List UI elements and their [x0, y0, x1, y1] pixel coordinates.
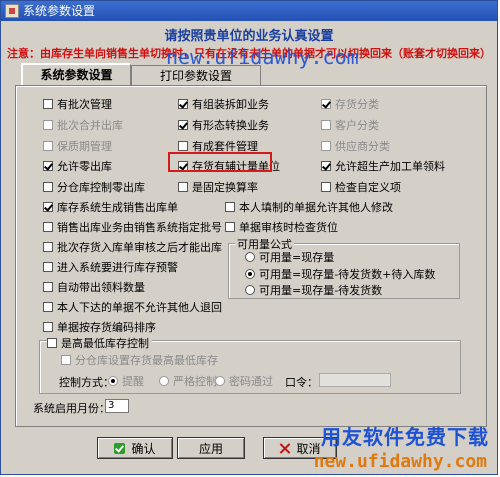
watermark-bottom-cn: 用友软件免费下载 [321, 425, 489, 449]
checkbox-check-custom-fields[interactable]: 检查自定义项 [321, 180, 401, 194]
checkbox-sales-batch-number[interactable]: 销售出库业务由销售系统指定批号 [43, 220, 222, 234]
checkbox-box[interactable] [225, 222, 235, 232]
checkbox-box[interactable] [321, 141, 331, 151]
start-month-label: 系统启用月份： [33, 402, 110, 415]
checkbox-box[interactable] [43, 120, 53, 130]
checkbox-warehouse-zero-outbound[interactable]: 分仓库控制零出库 [43, 180, 145, 194]
checkbox-warehouse-max-min[interactable]: 分仓库设置存货最高最低库存 [61, 353, 218, 367]
checkbox-box[interactable] [43, 99, 53, 109]
checkbox-box[interactable] [178, 99, 188, 109]
radio-mode-remind[interactable]: 提醒 [108, 374, 144, 388]
start-month-input[interactable]: 3 [105, 399, 129, 413]
checkbox-form-conversion[interactable]: 有形态转换业务 [178, 118, 269, 132]
radio-dot[interactable] [245, 285, 255, 295]
checkbox-box[interactable] [47, 338, 57, 348]
app-icon [5, 4, 19, 18]
checkbox-sort-by-code[interactable]: 单据按存货编码排序 [43, 320, 156, 334]
checkbox-no-return-by-others[interactable]: 本人下达的单据不允许其他人退回 [43, 300, 222, 314]
checkbox-box[interactable] [321, 99, 331, 109]
checkbox-auto-material-qty[interactable]: 自动带出领料数量 [43, 280, 145, 294]
checkbox-box[interactable] [178, 141, 188, 151]
checkbox-overproduction-material[interactable]: 允许超生产加工单领料 [321, 159, 445, 173]
radio-mode-password[interactable]: 密码通过 [215, 374, 273, 388]
checkbox-inventory-generates-sales-outbound[interactable]: 库存系统生成销售出库单 [43, 200, 178, 214]
checkbox-allow-others-modify[interactable]: 本人填制的单据允许其他人修改 [225, 200, 393, 214]
checkbox-batch-management[interactable]: 有批次管理 [43, 97, 112, 111]
checkbox-box[interactable] [43, 161, 53, 171]
control-mode-label: 控制方式： [59, 376, 114, 389]
check-icon [114, 442, 126, 454]
checkbox-box[interactable] [225, 202, 235, 212]
tab-system-params[interactable]: 系统参数设置 [21, 63, 131, 85]
checkbox-box[interactable] [43, 242, 53, 252]
tab-print-params[interactable]: 打印参数设置 [131, 65, 261, 85]
checkbox-inventory-warning[interactable]: 进入系统要进行库存预警 [43, 260, 178, 274]
checkbox-box[interactable] [321, 120, 331, 130]
password-input[interactable] [319, 373, 391, 387]
ok-button[interactable]: 确认 [97, 437, 173, 459]
checkbox-box[interactable] [61, 355, 71, 365]
checkbox-assembly[interactable]: 有组装拆卸业务 [178, 97, 269, 111]
checkbox-box[interactable] [321, 182, 331, 192]
checkbox-batch-merge[interactable]: 批次合并出库 [43, 118, 123, 132]
radio-dot[interactable] [245, 252, 255, 262]
checkbox-supplier-category[interactable]: 供应商分类 [321, 139, 390, 153]
window-title: 系统参数设置 [23, 4, 96, 18]
watermark-bottom-url: new.ufidawhy.com [313, 451, 487, 472]
checkbox-allow-zero-outbound[interactable]: 允许零出库 [43, 159, 112, 173]
radio-qty-onhand-minus-plus[interactable]: 可用量=现存量-待发货数+待入库数 [245, 267, 435, 281]
checkbox-box[interactable] [43, 141, 53, 151]
checkbox-box[interactable] [178, 120, 188, 130]
page-heading: 请按照贵单位的业务认真设置 [164, 29, 334, 44]
highlight-frame [168, 152, 272, 172]
title-bar: 系统参数设置 [1, 1, 497, 21]
radio-mode-strict[interactable]: 严格控制 [159, 374, 217, 388]
radio-qty-onhand[interactable]: 可用量=现存量 [245, 250, 334, 264]
radio-qty-onhand-minus[interactable]: 可用量=现存量-待发货数 [245, 283, 382, 297]
checkbox-box[interactable] [43, 322, 53, 332]
checkbox-inventory-category[interactable]: 存货分类 [321, 97, 379, 111]
password-label: 口令： [285, 376, 318, 389]
checkbox-batch-after-audit[interactable]: 批次存货入库单审核之后才能出库 [43, 240, 222, 254]
checkbox-box[interactable] [178, 182, 188, 192]
checkbox-box[interactable] [43, 282, 53, 292]
checkbox-fixed-rate[interactable]: 是固定换算率 [178, 180, 258, 194]
radio-dot[interactable] [215, 376, 225, 386]
close-icon [279, 443, 290, 454]
checkbox-box[interactable] [43, 302, 53, 312]
apply-button[interactable]: 应用 [177, 437, 245, 459]
radio-dot[interactable] [245, 269, 255, 279]
checkbox-shelf-life[interactable]: 保质期管理 [43, 139, 112, 153]
checkbox-box[interactable] [321, 161, 331, 171]
checkbox-max-min-stock[interactable]: 是高最低库存控制 [47, 336, 152, 350]
settings-window: 系统参数设置 请按照贵单位的业务认真设置 注意：由库存生单向销售生单切换时，只有… [0, 0, 498, 475]
radio-dot[interactable] [108, 376, 118, 386]
checkbox-kit-management[interactable]: 有成套件管理 [178, 139, 258, 153]
checkbox-customer-category[interactable]: 客户分类 [321, 118, 379, 132]
checkbox-check-location-on-audit[interactable]: 单据审核时检查货位 [225, 220, 338, 234]
checkbox-box[interactable] [43, 182, 53, 192]
checkbox-box[interactable] [43, 262, 53, 272]
radio-dot[interactable] [159, 376, 169, 386]
checkbox-box[interactable] [43, 202, 53, 212]
checkbox-box[interactable] [43, 222, 53, 232]
